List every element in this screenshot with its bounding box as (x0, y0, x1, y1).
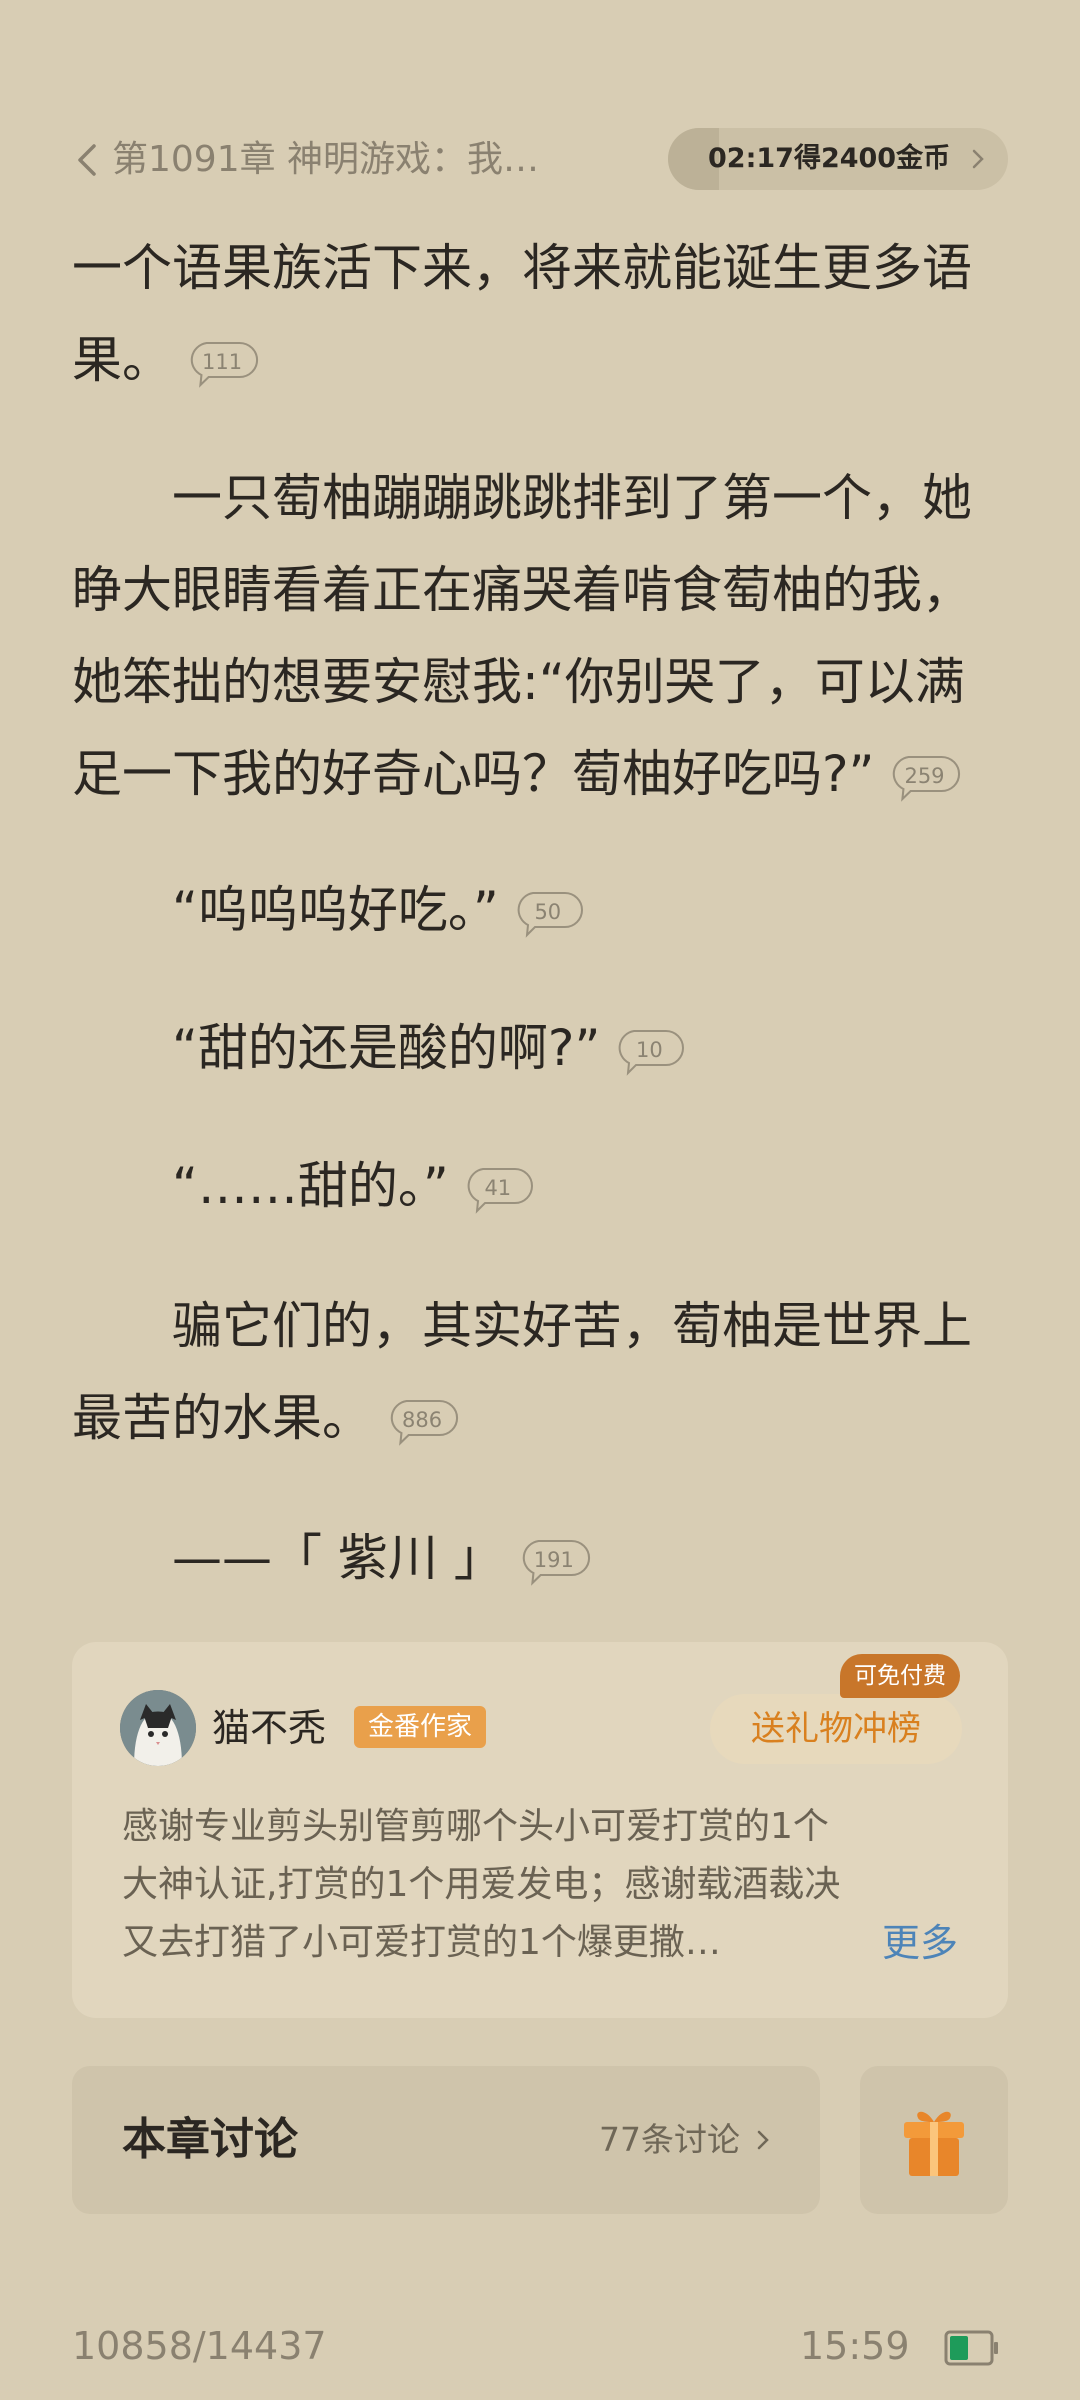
paragraph-comment-count: 191 (533, 1547, 574, 1572)
comment-bubble-icon[interactable]: 10 (614, 1029, 685, 1076)
discussion-count: 77条讨论 (599, 2120, 740, 2159)
chevron-right-icon (972, 149, 984, 169)
text-line: 足一下我的好奇心吗？萄柚好吃吗?” 259 (72, 728, 1012, 820)
text-line: 果。 111 (72, 314, 1012, 406)
author-badge: 金番作家 (354, 1706, 487, 1748)
chapter-discussion-button[interactable]: 本章讨论 77条讨论 (72, 2066, 820, 2214)
free-tag: 可免付费 (840, 1654, 960, 1698)
reading-progress: 10858/14437 (72, 2324, 327, 2368)
author-thanks-card: 猫不秃 金番作家 送礼物冲榜 可免付费 感谢专业剪头别管剪哪个头小可爱打赏的1个… (72, 1642, 1008, 2018)
thanks-line: 感谢专业剪头别管剪哪个头小可爱打赏的1个 (122, 1806, 829, 1847)
gift-button[interactable] (860, 2066, 1008, 2214)
paragraph: “甜的还是酸的啊?” 10 (72, 1002, 1012, 1094)
comment-bubble-icon[interactable]: 259 (888, 755, 961, 802)
text-line: “呜呜呜好吃。” 50 (72, 864, 1012, 956)
discussion-title: 本章讨论 (122, 2114, 298, 2165)
text-fragment: 足一下我的好奇心吗？萄柚好吃吗?” (72, 745, 875, 803)
chevron-right-icon (757, 2130, 769, 2150)
text-line: 她笨拙的想要安慰我:“你别哭了，可以满 (72, 653, 965, 711)
gift-box-icon (904, 2111, 964, 2176)
paragraph: 骗它们的，其实好苦，萄柚是世界上 最苦的水果。 886 (72, 1280, 1012, 1464)
paragraph: “……甜的。” 41 (72, 1140, 1012, 1232)
comment-bubble-icon[interactable]: 111 (186, 341, 259, 388)
paragraph-comment-count: 111 (202, 349, 243, 374)
text-fragment: ——「 紫川 」 (72, 1529, 504, 1587)
text-line: ——「 紫川 」 191 (72, 1512, 1012, 1604)
thanks-text: 感谢专业剪头别管剪哪个头小可爱打赏的1个 大神认证,打赏的1个用爱发电；感谢载酒… (122, 1798, 962, 1972)
paragraph: “呜呜呜好吃。” 50 (72, 864, 1012, 956)
text-line: “……甜的。” 41 (72, 1140, 1012, 1232)
avatar[interactable] (120, 1690, 196, 1766)
text-line: 最苦的水果。 886 (72, 1372, 1012, 1464)
text-fragment: “……甜的。” (72, 1157, 449, 1215)
paragraph: 一只萄柚蹦蹦跳跳排到了第一个，她 睁大眼睛看着正在痛哭着啃食萄柚的我， 她笨拙的… (72, 452, 1012, 820)
paragraph-comment-count: 259 (904, 763, 945, 788)
clock-time: 15:59 (800, 2324, 910, 2368)
battery-icon (944, 2330, 998, 2366)
paragraph-comment-count: 41 (484, 1175, 512, 1200)
chapter-title[interactable]: 第1091章 神明游戏：我… (112, 132, 612, 188)
text-fragment: 最苦的水果。 (72, 1389, 372, 1447)
more-link[interactable]: 更多 (882, 1914, 958, 1972)
comment-bubble-icon[interactable]: 886 (386, 1399, 459, 1446)
paragraph-comment-count: 886 (402, 1407, 443, 1432)
text-fragment: “甜的还是酸的啊?” (72, 1019, 601, 1077)
text-fragment: “呜呜呜好吃。” (72, 881, 499, 939)
thanks-line: 大神认证,打赏的1个用爱发电；感谢载酒裁决 (122, 1864, 841, 1905)
paragraph: ——「 紫川 」 191 (72, 1512, 1012, 1604)
reading-reward-timer[interactable]: 02:17得2400金币 (668, 128, 1008, 190)
paragraph-comment-count: 50 (534, 899, 562, 924)
text-line: 一个语果族活下来，将来就能诞生更多语 (72, 239, 972, 297)
text-fragment: 果。 (72, 331, 172, 389)
text-line: 一只萄柚蹦蹦跳跳排到了第一个，她 (72, 469, 972, 527)
author-name[interactable]: 猫不秃 (212, 1700, 326, 1756)
back-chevron-icon[interactable] (64, 136, 112, 184)
comment-bubble-icon[interactable]: 191 (518, 1539, 590, 1586)
reward-text: 02:17得2400金币 (708, 143, 951, 174)
send-gift-label: 送礼物冲榜 (751, 1709, 921, 1749)
reader-header: 第1091章 神明游戏：我… 02:17得2400金币 (0, 118, 1080, 202)
paragraph-comment-count: 10 (635, 1037, 663, 1062)
cat-avatar-icon (120, 1690, 196, 1766)
comment-bubble-icon[interactable]: 41 (463, 1167, 533, 1214)
send-gift-button[interactable]: 送礼物冲榜 (710, 1694, 962, 1764)
paragraph: 一个语果族活下来，将来就能诞生更多语 果。 111 (72, 222, 1012, 406)
text-line: 骗它们的，其实好苦，萄柚是世界上 (72, 1297, 972, 1355)
thanks-line: 又去打猎了小可爱打赏的1个爆更撒… (122, 1922, 721, 1963)
text-line: 睁大眼睛看着正在痛哭着啃食萄柚的我， (72, 561, 972, 619)
text-line: “甜的还是酸的啊?” 10 (72, 1002, 1012, 1094)
comment-bubble-icon[interactable]: 50 (513, 891, 583, 938)
